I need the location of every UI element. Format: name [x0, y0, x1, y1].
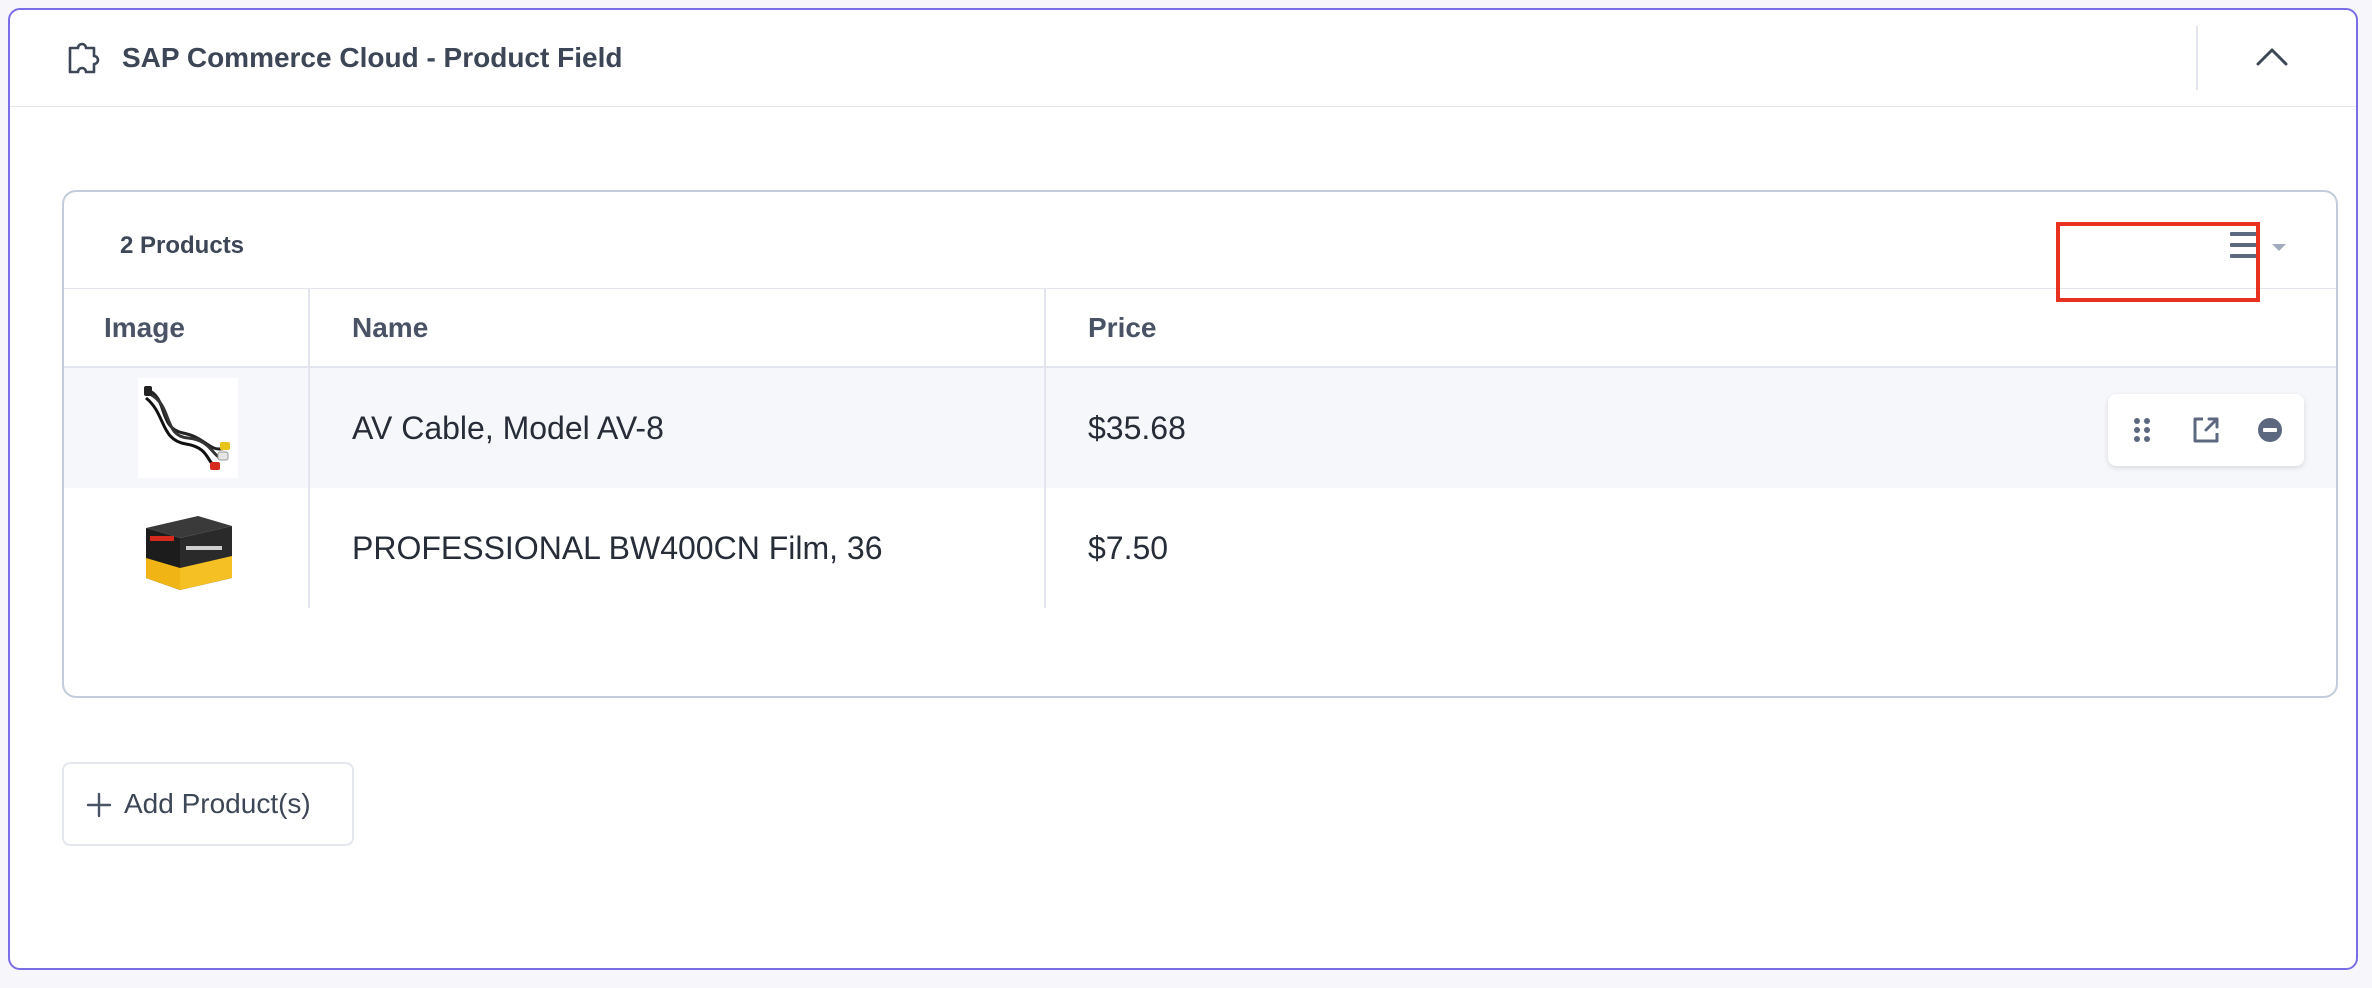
remove-icon[interactable]	[2250, 410, 2290, 450]
product-name: PROFESSIONAL BW400CN Film, 36	[352, 530, 883, 566]
table-row[interactable]: PROFESSIONAL BW400CN Film, 36 $7.50	[64, 488, 2336, 608]
chevron-up-icon	[2256, 48, 2288, 66]
products-table-card: 2 Products Image Name Price AV Cable, Mo…	[62, 190, 2338, 698]
open-external-icon[interactable]	[2186, 410, 2226, 450]
table-menu-button[interactable]	[2224, 226, 2304, 266]
product-count: 2 Products	[120, 232, 245, 259]
product-price: $7.50	[1088, 530, 1169, 566]
collapse-button[interactable]	[2242, 36, 2302, 80]
panel-title: SAP Commerce Cloud - Product Field	[122, 42, 623, 73]
column-divider	[308, 288, 310, 608]
product-field-panel: SAP Commerce Cloud - Product Field 2 Pro…	[8, 8, 2358, 970]
column-header-price[interactable]: Price	[1088, 289, 1157, 367]
puzzle-icon	[68, 42, 100, 74]
row-actions	[2108, 394, 2304, 466]
table-header: Image Name Price	[64, 288, 2336, 368]
column-header-image[interactable]: Image	[104, 289, 185, 367]
add-products-button[interactable]: Add Product(s)	[62, 762, 354, 846]
product-thumbnail	[138, 378, 238, 478]
product-thumbnail	[138, 498, 238, 598]
panel-header: SAP Commerce Cloud - Product Field	[10, 10, 2356, 107]
list-menu-icon	[2230, 232, 2286, 258]
column-divider	[1044, 288, 1046, 608]
product-name: AV Cable, Model AV-8	[352, 410, 664, 446]
product-price: $35.68	[1088, 410, 1186, 446]
drag-handle-icon[interactable]	[2122, 410, 2162, 450]
plus-icon	[86, 792, 112, 818]
header-divider	[2196, 26, 2198, 90]
column-header-name[interactable]: Name	[352, 289, 428, 367]
table-row[interactable]: AV Cable, Model AV-8 $35.68	[64, 368, 2336, 488]
add-products-label: Add Product(s)	[124, 788, 311, 819]
